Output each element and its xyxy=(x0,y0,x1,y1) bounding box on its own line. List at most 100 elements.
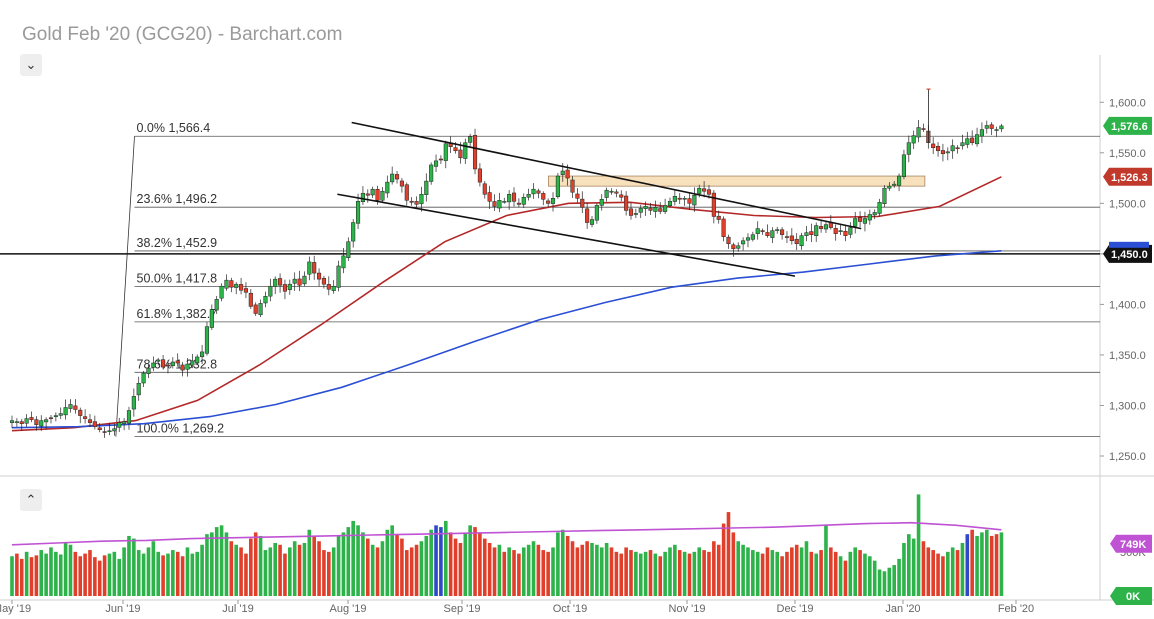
volume-bar-92 xyxy=(458,543,463,596)
candle-178 xyxy=(877,198,882,217)
volume-bar-109 xyxy=(541,550,546,596)
volume-bar-103 xyxy=(512,550,516,596)
candle-119 xyxy=(589,215,595,228)
candle-body-25 xyxy=(131,396,136,410)
candle-54 xyxy=(273,276,278,294)
volume-bar-62 xyxy=(312,535,316,596)
candle-body-64 xyxy=(321,277,326,285)
candle-3 xyxy=(24,414,29,428)
candle-156 xyxy=(770,227,775,244)
volume-bar-13 xyxy=(73,551,78,596)
candle-body-21 xyxy=(112,428,117,432)
candle-body-62 xyxy=(312,262,317,274)
candle-body-151 xyxy=(745,237,751,241)
volume-bar-65 xyxy=(327,551,331,596)
candle-2 xyxy=(19,419,24,432)
candle-body-98 xyxy=(487,192,492,202)
candle-body-55 xyxy=(278,278,283,286)
candle-body-100 xyxy=(497,200,502,209)
candle-body-162 xyxy=(799,235,804,246)
volume-bar-41 xyxy=(210,532,214,596)
candle-134 xyxy=(663,198,668,215)
fib-label-3: 50.0% 1,417.8 xyxy=(137,271,218,285)
candle-44 xyxy=(224,274,229,291)
volume-bar-85 xyxy=(424,535,429,596)
candle-body-143 xyxy=(706,189,712,195)
volume-bar-1 xyxy=(15,553,19,596)
candle-body-22 xyxy=(117,422,122,428)
candle-76 xyxy=(380,187,385,203)
candle-196 xyxy=(965,131,970,149)
volume-bar-74 xyxy=(370,544,375,596)
volume-bar-15 xyxy=(83,553,87,596)
volume-bar-26 xyxy=(136,550,141,596)
y-tick-label-7: 1,250.0 xyxy=(1109,451,1146,463)
candle-197 xyxy=(970,130,975,146)
volume-bar-33 xyxy=(171,550,175,596)
candle-body-57 xyxy=(287,283,292,290)
candle-body-58 xyxy=(292,278,297,284)
candle-57 xyxy=(287,279,292,295)
candle-body-92 xyxy=(458,149,463,159)
candle-body-56 xyxy=(282,284,287,292)
candle-body-38 xyxy=(195,356,200,364)
volume-bar-181 xyxy=(892,565,896,596)
price-chart[interactable]: 0.0% 1,566.4 23.6% 1,496.2 38.2% 1,452.9 50… xyxy=(0,0,1154,619)
candle-body-133 xyxy=(658,208,663,212)
candle-body-16 xyxy=(87,419,93,423)
candle-body-165 xyxy=(814,225,819,237)
volume-bar-100 xyxy=(497,544,502,596)
candle-72 xyxy=(360,186,365,205)
candle-body-29 xyxy=(151,362,156,368)
x-tick-label-7: Dec '19 xyxy=(777,603,814,615)
candle-174 xyxy=(858,211,863,228)
candle-77 xyxy=(385,175,390,198)
volume-bar-185 xyxy=(911,538,916,596)
candle-153 xyxy=(755,221,760,240)
y-tick-label-6: 1,300.0 xyxy=(1109,400,1146,412)
candle-body-169 xyxy=(833,228,838,234)
volume-bar-102 xyxy=(507,547,511,596)
candle-154 xyxy=(760,228,765,235)
candle-body-74 xyxy=(370,188,375,196)
candle-body-40 xyxy=(204,326,210,354)
volume-bar-191 xyxy=(941,556,945,596)
candle-83 xyxy=(414,196,419,208)
candle-81 xyxy=(404,182,409,206)
candle-194 xyxy=(955,145,960,154)
candle-body-193 xyxy=(950,145,955,152)
candle-body-60 xyxy=(302,275,307,285)
candle-body-0 xyxy=(9,420,15,423)
candle-body-82 xyxy=(409,200,414,203)
volume-bar-91 xyxy=(453,538,458,596)
candle-127 xyxy=(628,202,634,220)
candle-1 xyxy=(14,418,19,427)
candle-128 xyxy=(633,208,638,219)
volume-bar-110 xyxy=(546,551,550,596)
volume-bar-105 xyxy=(521,547,526,596)
candle-body-111 xyxy=(550,198,556,204)
candle-body-202 xyxy=(994,129,999,131)
volume-bar-83 xyxy=(414,544,419,596)
candle-19 xyxy=(102,427,107,438)
candle-body-184 xyxy=(906,142,911,155)
candle-70 xyxy=(351,219,356,248)
volume-bar-45 xyxy=(229,541,234,596)
volume-bar-79 xyxy=(395,534,399,596)
volume-bar-153 xyxy=(755,551,760,596)
volume-bar-84 xyxy=(419,541,424,596)
volume-zero-badge-text: 0K xyxy=(1126,591,1140,603)
candle-body-199 xyxy=(979,129,984,137)
candle-body-198 xyxy=(974,134,980,145)
candle-body-136 xyxy=(672,196,677,202)
candle-body-171 xyxy=(843,230,848,236)
candle-48 xyxy=(243,282,249,299)
fibonacci-levels: 0.0% 1,566.4 23.6% 1,496.2 38.2% 1,452.9 50… xyxy=(0,121,1100,437)
candle-body-106 xyxy=(526,193,531,198)
volume-bar-178 xyxy=(877,569,882,596)
candle-66 xyxy=(331,280,336,294)
candle-55 xyxy=(278,273,283,293)
volume-bar-141 xyxy=(697,547,702,596)
volume-bar-21 xyxy=(112,551,117,596)
candle-body-135 xyxy=(667,201,673,207)
